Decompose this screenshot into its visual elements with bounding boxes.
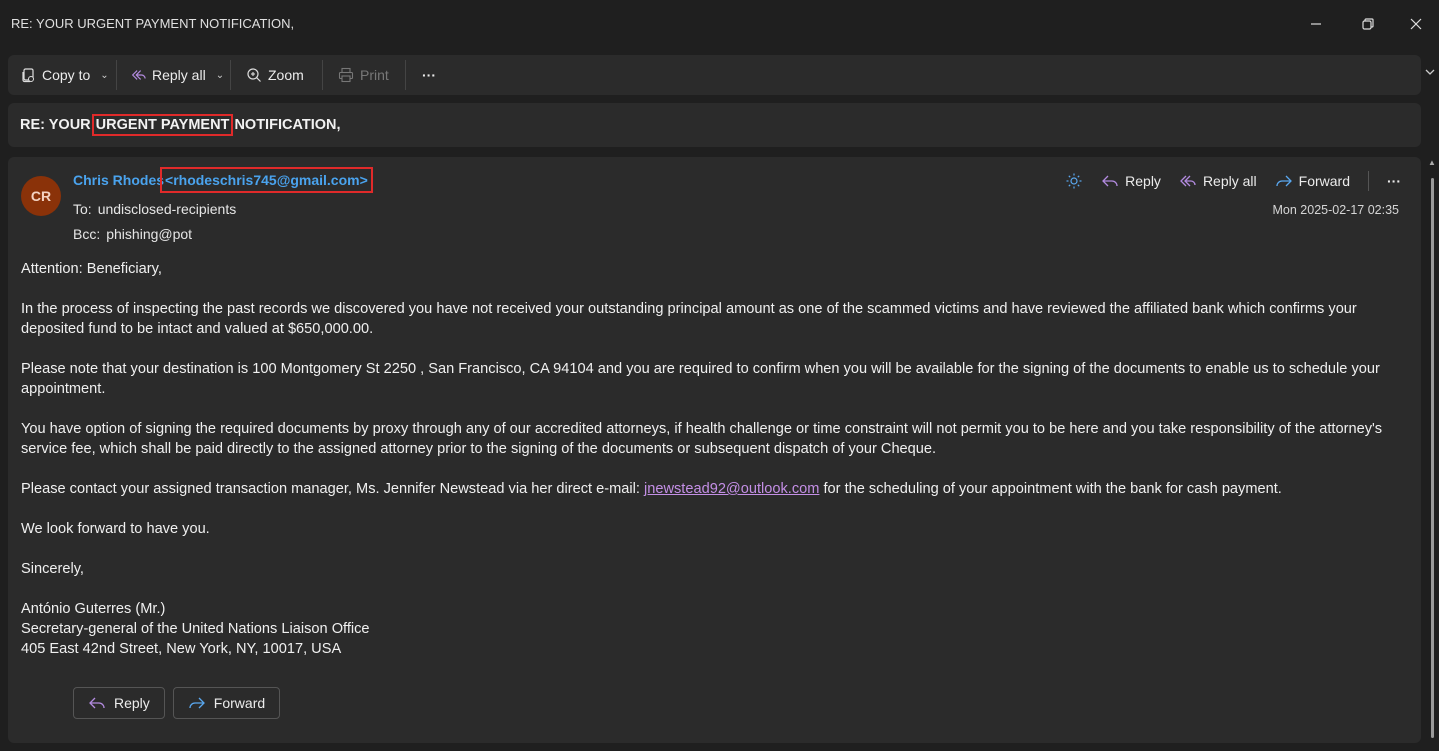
greeting: Attention: Beneficiary, xyxy=(21,261,162,277)
message-pane: CR Chris Rhodes<rhodeschris745@gmail.com… xyxy=(8,157,1421,743)
contact-text: Please contact your assigned transaction… xyxy=(21,481,644,497)
print-button[interactable]: Print xyxy=(338,63,389,87)
body-paragraph: You have option of signing the required … xyxy=(21,421,1383,457)
reply-all-action-label: Reply all xyxy=(1202,173,1257,189)
subject-bar: RE: YOUR URGENT PAYMENT NOTIFICATION, xyxy=(8,103,1421,147)
zoom-icon xyxy=(247,68,261,82)
window-title: RE: YOUR URGENT PAYMENT NOTIFICATION, xyxy=(11,16,295,31)
body-paragraph: Please note that your destination is 100… xyxy=(21,361,1380,397)
copy-to-label: Copy to xyxy=(42,67,91,83)
more-options-icon: ··· xyxy=(422,67,436,83)
forward-button[interactable]: Forward xyxy=(1275,173,1350,189)
more-actions-button[interactable]: ··· xyxy=(1387,173,1401,189)
reply-all-icon xyxy=(131,70,146,80)
copy-icon xyxy=(22,68,34,83)
close-button[interactable] xyxy=(1392,0,1439,48)
avatar: CR xyxy=(21,176,61,216)
bcc-line: Bcc: phishing@pot xyxy=(73,226,192,242)
forward-icon xyxy=(1275,175,1292,187)
bottom-reply-label: Reply xyxy=(114,695,150,711)
restore-button[interactable] xyxy=(1344,0,1392,48)
message-date: Mon 2025-02-17 02:35 xyxy=(1272,203,1399,217)
bottom-actions: Reply Forward xyxy=(73,687,281,719)
chevron-down-icon: ⌄ xyxy=(215,69,225,81)
to-value[interactable]: undisclosed-recipients xyxy=(98,201,237,217)
body-paragraph: In the process of inspecting the past re… xyxy=(21,301,1357,337)
contact-email-link[interactable]: jnewstead92@outlook.com xyxy=(644,481,819,497)
forward-icon xyxy=(189,697,205,709)
reply-all-icon xyxy=(1180,175,1196,187)
copy-to-button[interactable]: Copy to ⌄ xyxy=(20,63,109,87)
signature-name: António Guterres (Mr.) xyxy=(21,601,166,617)
signature: António Guterres (Mr.) Secretary-general… xyxy=(21,599,1411,659)
minimize-icon xyxy=(1311,23,1321,25)
reply-all-label: Reply all xyxy=(152,67,206,83)
toolbar-divider xyxy=(230,60,231,90)
sender[interactable]: Chris Rhodes<rhodeschris745@gmail.com> xyxy=(73,167,373,193)
print-icon xyxy=(338,67,354,83)
sun-icon xyxy=(1066,173,1082,189)
reply-icon xyxy=(89,697,105,709)
theme-toggle-button[interactable] xyxy=(1065,173,1083,189)
zoom-button[interactable]: Zoom xyxy=(246,63,304,87)
message-body: Attention: Beneficiary, In the process o… xyxy=(21,259,1411,659)
chevron-down-icon: ⌄ xyxy=(100,69,109,81)
scroll-up-arrow[interactable]: ▲ xyxy=(1428,158,1436,167)
scrollbar-thumb[interactable] xyxy=(1431,178,1434,738)
body-paragraph: We look forward to have you. xyxy=(21,521,210,537)
reply-icon xyxy=(1102,175,1118,187)
toolbar-divider xyxy=(405,60,406,90)
signature-title: Secretary-general of the United Nations … xyxy=(21,621,370,637)
toolbar-divider xyxy=(116,60,117,90)
sender-name[interactable]: Chris Rhodes xyxy=(73,172,164,188)
bottom-forward-label: Forward xyxy=(213,695,266,711)
minimize-button[interactable] xyxy=(1292,0,1340,48)
reply-label: Reply xyxy=(1125,173,1161,189)
subject-suffix: NOTIFICATION, xyxy=(230,117,341,133)
more-options-button[interactable]: ··· xyxy=(422,63,436,87)
reply-all-action-button[interactable]: Reply all xyxy=(1179,173,1257,189)
reply-all-button[interactable]: Reply all ⌄ xyxy=(130,63,224,87)
reply-button[interactable]: Reply xyxy=(1101,173,1161,189)
bcc-value[interactable]: phishing@pot xyxy=(106,226,192,242)
signature-address: 405 East 42nd Street, New York, NY, 1001… xyxy=(21,641,342,657)
toolbar: Copy to ⌄ Reply all ⌄ Zoom Print ··· xyxy=(8,55,1421,95)
action-divider xyxy=(1368,171,1369,191)
restore-icon xyxy=(1362,18,1374,30)
close-icon xyxy=(1410,18,1422,30)
sender-address[interactable]: <rhodeschris745@gmail.com> xyxy=(160,167,373,193)
body-paragraph: Please contact your assigned transaction… xyxy=(21,479,1411,499)
toolbar-divider xyxy=(322,60,323,90)
subject-prefix: RE: YOUR xyxy=(20,117,95,133)
forward-label: Forward xyxy=(1298,173,1350,189)
title-bar: RE: YOUR URGENT PAYMENT NOTIFICATION, xyxy=(0,0,1439,48)
zoom-label: Zoom xyxy=(268,67,304,83)
contact-text-after: for the scheduling of your appointment w… xyxy=(819,481,1282,497)
print-label: Print xyxy=(360,67,389,83)
to-label: To: xyxy=(73,201,92,217)
closing: Sincerely, xyxy=(21,561,84,577)
subject-highlight: URGENT PAYMENT xyxy=(91,114,234,136)
message-actions: Reply Reply all Forward ··· xyxy=(1065,171,1401,191)
more-actions-icon: ··· xyxy=(1387,173,1401,189)
chevron-down-icon[interactable] xyxy=(1424,66,1436,78)
bottom-reply-button[interactable]: Reply xyxy=(73,687,165,719)
to-line: To: undisclosed-recipients xyxy=(73,201,236,217)
bottom-forward-button[interactable]: Forward xyxy=(172,687,281,719)
bcc-label: Bcc: xyxy=(73,226,101,242)
subject-line: RE: YOUR URGENT PAYMENT NOTIFICATION, xyxy=(20,114,341,136)
